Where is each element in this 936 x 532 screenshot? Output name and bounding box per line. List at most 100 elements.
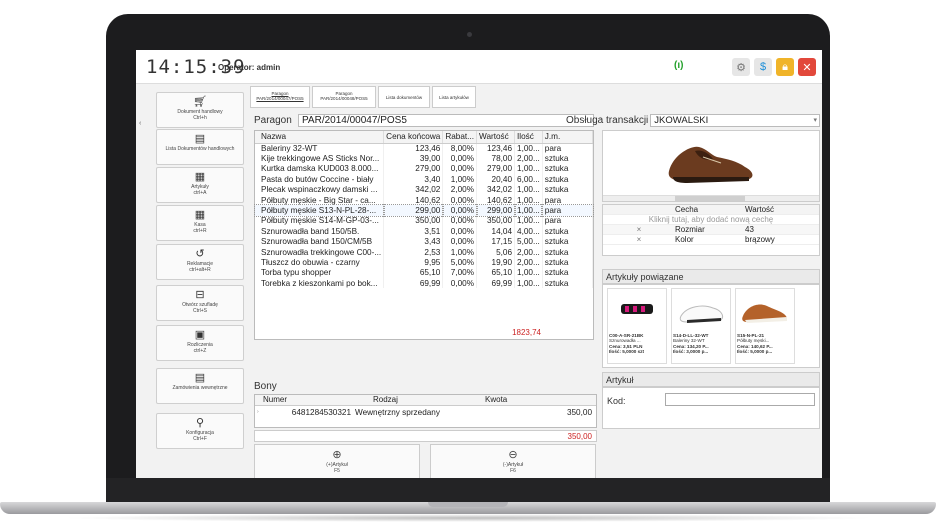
table-cell: sztuka xyxy=(542,184,594,195)
col-cena[interactable]: Cena końcowa xyxy=(383,131,444,144)
remove-feature-icon[interactable]: × xyxy=(603,235,675,244)
table-cell: sztuka xyxy=(542,226,594,237)
feature-value: 43 xyxy=(745,225,754,234)
vouchers-header: Numer Rodzaj Kwota xyxy=(255,395,596,406)
voucher-row[interactable]: › 6481284530321 Wewnętrzny sprzedany 350… xyxy=(255,406,596,418)
tab-lista-artykulow[interactable]: Lista artykułów xyxy=(432,86,476,108)
table-row[interactable]: Plecak wspinaczkowy damski ... 342,02 2,00… xyxy=(255,184,594,195)
wrench-icon: ⚲ xyxy=(195,417,205,429)
table-cell: 1,00... xyxy=(514,184,543,195)
table-row[interactable]: Torebka z kieszonkami po bok... 69,99 0,00… xyxy=(255,278,594,289)
table-cell: 1,00... xyxy=(514,267,543,279)
col-wartosc-feature[interactable]: Wartość xyxy=(745,205,819,214)
col-jm[interactable]: J.m. xyxy=(542,131,594,144)
tab-lista-dokumentow[interactable]: Lista dokumentów xyxy=(378,86,430,108)
image-scrollbar[interactable] xyxy=(603,195,819,201)
remove-feature-icon[interactable]: × xyxy=(603,225,675,234)
add-feature-row[interactable]: Kliknij tutaj, aby dodać nową cechę xyxy=(603,215,819,225)
col-ilosc[interactable]: Ilość xyxy=(514,131,543,144)
table-cell: Tłuszcz do obuwia - czarny xyxy=(255,257,385,268)
table-row[interactable]: Sznurowadła trekkingowe C00-... 2,53 1,00%… xyxy=(255,246,594,258)
table-row[interactable]: Tłuszcz do obuwia - czarny 9,95 5,00% 19,90… xyxy=(255,257,594,268)
document-tabs: Paragon PAR/2014/00047/POS5 Paragon PAR/20… xyxy=(250,86,476,108)
table-row[interactable]: Kije trekkingowe AS Sticks Nor... 39,00 0,… xyxy=(255,153,594,164)
brown-shoe-small-image xyxy=(742,304,787,323)
remove-article-button[interactable]: ⊖ (-)Artykuł F6 xyxy=(430,444,596,478)
operator-label: Operator: admin xyxy=(218,63,281,72)
related-card[interactable]: S15-N-PL-21 Półbuty męski... Cena: 140,62 … xyxy=(735,288,795,364)
table-cell: Pasta do butów Coccine - biały xyxy=(255,174,385,185)
laptop-bezel xyxy=(106,478,830,504)
feature-row[interactable]: × Rozmiar 43 xyxy=(603,225,819,235)
table-cell: 1,00... xyxy=(514,215,543,227)
col-rabat[interactable]: Rabat... xyxy=(442,131,478,144)
table-cell: 140,62 xyxy=(476,194,516,206)
vouchers-grid: Numer Rodzaj Kwota › 6481284530321 Wewnę… xyxy=(254,394,597,428)
table-cell: 78,00 xyxy=(476,153,516,164)
add-article-button[interactable]: ⊕ (+)Artykuł F5 xyxy=(254,444,420,478)
nav-item-8[interactable]: ⚲ Konfiguracja Ctrl+F xyxy=(156,413,244,449)
col-numer[interactable]: Numer xyxy=(255,395,373,405)
col-wartosc[interactable]: Wartość xyxy=(476,131,516,144)
table-row[interactable]: Półbuty męskie - Big Star - ca... 140,62 0… xyxy=(255,194,594,206)
obsluga-select[interactable]: JKOWALSKI ▾ xyxy=(650,113,820,127)
nav-item-4[interactable]: ↺ Reklamacje ctrl+alt+R xyxy=(156,244,244,280)
tab-paragon-47[interactable]: Paragon PAR/2014/00047/POS5 xyxy=(250,86,310,108)
table-cell: para xyxy=(542,143,594,154)
related-card[interactable]: S14-D-LL-32-WT Baleriny 32-WT Cena: 134,20… xyxy=(671,288,731,364)
table-cell: 17,15 xyxy=(476,236,516,247)
nav-item-7[interactable]: ▤ Zamówienia wewnętrzne xyxy=(156,368,244,404)
scroll-thumb[interactable] xyxy=(675,196,745,201)
dollar-icon[interactable]: $ xyxy=(754,58,772,76)
kod-input[interactable] xyxy=(665,393,815,406)
table-cell: 14,04 xyxy=(476,226,516,237)
table-cell: 279,00 xyxy=(383,163,444,175)
nav-item-5[interactable]: ⊟ Otwórz szufladę Ctrl+S xyxy=(156,285,244,321)
col-cecha[interactable]: Cecha xyxy=(675,205,745,214)
pos-screen: 14:15:39 Operator: admin (ı) ⚙ $ 🔒︎ ✕ ‹ … xyxy=(136,50,822,478)
nav-item-2[interactable]: ▦ Artykuły ctrl+A xyxy=(156,167,244,203)
add-feature-hint: Kliknij tutaj, aby dodać nową cechę xyxy=(648,215,774,224)
table-cell: Plecak wspinaczkowy damski ... xyxy=(255,184,385,195)
lock-icon[interactable]: 🔒︎ xyxy=(776,58,794,76)
gear-icon[interactable]: ⚙ xyxy=(732,58,750,76)
table-cell: 3,43 xyxy=(383,236,444,247)
table-cell: para xyxy=(542,194,594,206)
table-cell: 19,90 xyxy=(476,257,516,268)
table-cell: 1,00... xyxy=(514,278,543,289)
nav-item-shortcut: Ctrl+S xyxy=(192,308,208,314)
table-cell: 0,00% xyxy=(441,204,478,217)
table-cell: 299,00 xyxy=(382,204,444,217)
table-row[interactable]: Sznurowadła band 150/5B. 3,51 0,00% 14,04 4,… xyxy=(255,226,594,237)
col-nazwa[interactable]: Nazwa xyxy=(255,131,385,144)
ballerina-image xyxy=(679,305,724,323)
nav-item-6[interactable]: ▣ Rozliczenia ctrl+Z xyxy=(156,325,244,361)
table-cell: 342,02 xyxy=(383,184,444,195)
table-row[interactable]: Półbuty męskie S13-N-PL-28-... 299,00 0,00… xyxy=(254,204,594,217)
table-row[interactable]: Torba typu shopper 65,10 7,00% 65,10 1,00...… xyxy=(255,267,594,279)
table-row[interactable]: Baleriny 32-WT 123,46 8,00% 123,46 1,00... pa… xyxy=(255,143,594,154)
table-row[interactable]: Sznurowadła band 150/CM/5B 3,43 0,00% 17,15… xyxy=(255,236,594,247)
nav-item-0[interactable]: 🛒︎ Dokument handlowy Ctrl+h xyxy=(156,92,244,128)
nav-item-1[interactable]: ▤ Lista Dokumentów handlowych xyxy=(156,129,244,165)
related-card[interactable]: C00-A-SR-21BK Sznurowadła ... Cena: 3,51 P… xyxy=(607,288,667,364)
paragon-number-field[interactable]: PAR/2014/00047/POS5 xyxy=(298,113,594,127)
table-row[interactable]: Kurtka damska KUD003 8.000... 279,00 0,00%… xyxy=(255,163,594,175)
table-row[interactable]: Pasta do butów Coccine - biały 3,40 1,00% 2… xyxy=(255,174,594,185)
paragon-label: Paragon xyxy=(254,114,292,126)
col-kwota[interactable]: Kwota xyxy=(485,395,585,405)
tab-paragon-48[interactable]: Paragon PAR/2014/00048/POS5 xyxy=(312,86,376,108)
table-cell: 0,00% xyxy=(442,153,478,164)
table-cell: 350,00 xyxy=(476,215,516,227)
table-cell: 69,99 xyxy=(383,278,444,289)
close-app-icon[interactable]: ✕ xyxy=(798,58,816,76)
table-cell: Półbuty męskie - Big Star - ca... xyxy=(255,194,385,206)
settlement-icon: ▣ xyxy=(194,329,206,341)
col-rodzaj[interactable]: Rodzaj xyxy=(373,395,485,405)
nav-item-3[interactable]: ▦ Kasa ctrl+R xyxy=(156,205,244,241)
table-row[interactable]: Półbuty męskie S14-M-GP-03-... 350,00 0,00… xyxy=(255,215,594,227)
document-list-icon: ▤ xyxy=(194,133,206,145)
feature-row[interactable]: × Kolor brązowy xyxy=(603,235,819,245)
grid-icon: ▦ xyxy=(194,171,206,183)
collapse-icon[interactable]: ‹ xyxy=(139,120,141,127)
